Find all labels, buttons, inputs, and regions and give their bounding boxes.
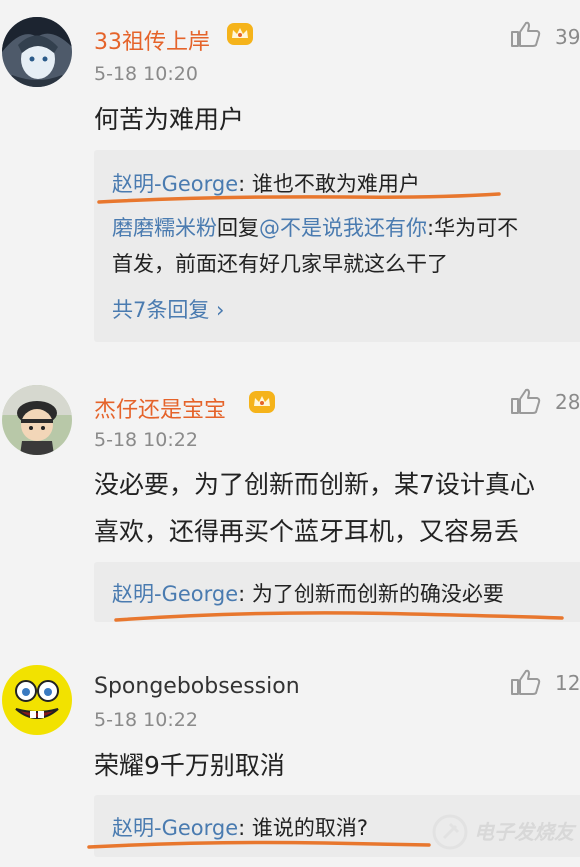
reply-line: 磨磨糯米粉回复@不是说我还有你:华为可不 — [112, 212, 518, 242]
reply-author[interactable]: 磨磨糯米粉 — [112, 216, 217, 240]
comment-time: 5-18 10:20 — [94, 63, 198, 85]
comment-text: 荣耀9千万别取消 — [94, 751, 285, 780]
username[interactable]: 杰仔还是宝宝 — [94, 392, 226, 424]
reply-line: 赵明-George: 谁说的取消? — [112, 812, 368, 842]
comment-text: 没必要，为了创新而创新，某7设计真心 — [94, 470, 535, 499]
reply-box[interactable]: 赵明-George: 谁也不敢为难用户 磨磨糯米粉回复@不是说我还有你:华为可不… — [94, 150, 580, 342]
reply-text: 回复 — [217, 216, 259, 240]
reply-text: : 为了创新而创新的确没必要 — [238, 582, 504, 606]
reply-author[interactable]: 赵明-George — [112, 816, 238, 840]
more-replies-link[interactable]: 共7条回复 › — [112, 294, 224, 324]
username[interactable]: Spongebobsession — [94, 674, 300, 699]
comment-text: 何苦为难用户 — [94, 105, 245, 134]
comment-time: 5-18 10:22 — [94, 709, 198, 731]
thumbs-up-icon[interactable] — [510, 387, 542, 415]
reply-text: : 谁说的取消? — [238, 816, 369, 840]
watermark-text: 电子发烧友 — [474, 820, 574, 844]
reply-line: 赵明-George: 为了创新而创新的确没必要 — [112, 578, 504, 608]
thumbs-up-icon[interactable] — [510, 668, 542, 696]
like-count: 12 — [555, 671, 580, 695]
reply-box[interactable]: 赵明-George: 为了创新而创新的确没必要 — [94, 562, 580, 622]
watermark-logo-icon — [432, 814, 468, 850]
comment-item: 33祖传上岸 5-18 10:20 39 何苦为难用户 赵明-George: 谁… — [0, 0, 580, 350]
comment-time: 5-18 10:22 — [94, 429, 198, 451]
reply-author[interactable]: 赵明-George — [112, 582, 238, 606]
avatar[interactable] — [2, 665, 72, 735]
reply-text: : 谁也不敢为难用户 — [238, 172, 420, 196]
crown-badge-icon — [249, 391, 275, 413]
username[interactable]: 33祖传上岸 — [94, 24, 210, 56]
avatar[interactable] — [2, 17, 72, 87]
like-count: 39 — [555, 25, 580, 49]
reply-line: 赵明-George: 谁也不敢为难用户 — [112, 168, 420, 198]
comment-text: 喜欢，还得再买个蓝牙耳机，又容易丢 — [94, 517, 520, 546]
like-count: 28 — [555, 390, 580, 414]
reply-line-continued: 首发，前面还有好几家早就这么干了 — [112, 252, 448, 276]
reply-author[interactable]: 赵明-George — [112, 172, 238, 196]
comment-item: 杰仔还是宝宝 5-18 10:22 28 没必要，为了创新而创新，某7设计真心 … — [0, 350, 580, 640]
avatar[interactable] — [2, 385, 72, 455]
crown-badge-icon — [227, 23, 253, 45]
reply-text: :华为可不 — [427, 216, 519, 240]
reply-mention[interactable]: @不是说我还有你 — [259, 216, 427, 240]
thumbs-up-icon[interactable] — [510, 20, 542, 48]
